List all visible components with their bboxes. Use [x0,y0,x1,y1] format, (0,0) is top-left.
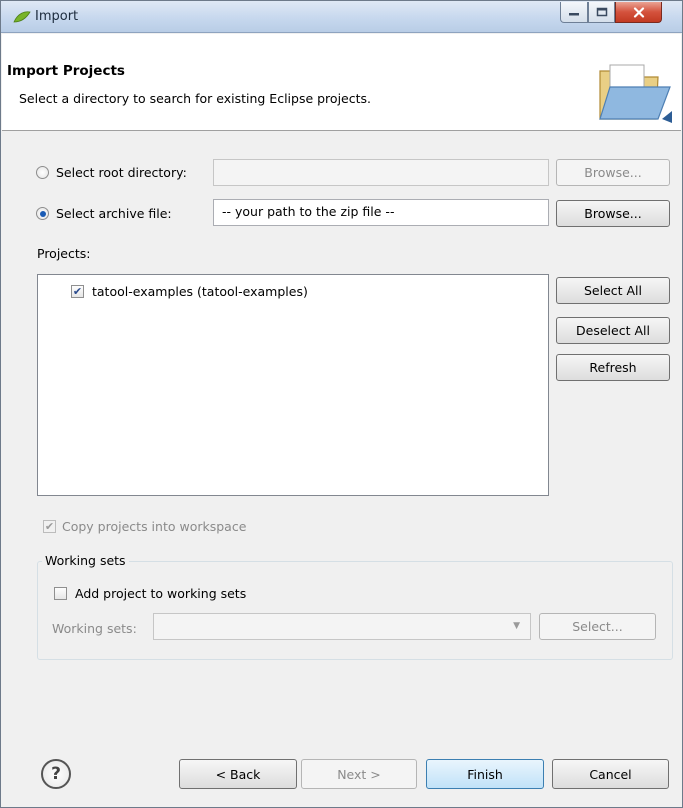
next-button[interactable]: Next > [301,759,417,789]
archive-file-radio-row[interactable]: Select archive file: [36,206,172,221]
chevron-down-icon: ▼ [513,621,520,631]
list-item[interactable]: ✔ tatool-examples (tatool-examples) [71,284,308,299]
maximize-icon [596,7,607,17]
root-directory-browse-button[interactable]: Browse... [556,159,670,186]
add-to-working-sets-checkbox[interactable] [54,587,67,600]
maximize-button[interactable] [588,2,615,23]
window-title: Import [35,9,79,24]
working-sets-combo-label: Working sets: [52,621,137,636]
eclipse-leaf-icon [13,11,31,23]
projects-list[interactable]: ✔ tatool-examples (tatool-examples) [37,274,549,496]
close-button[interactable] [615,2,662,23]
deselect-all-button[interactable]: Deselect All [556,317,670,344]
copy-projects-row[interactable]: ✔ Copy projects into workspace [43,519,246,534]
back-button[interactable]: < Back [179,759,297,789]
close-icon [633,6,644,18]
page-description: Select a directory to search for existin… [19,91,371,106]
import-dialog: Import Import Projects Select a director… [0,0,683,808]
working-sets-group: Working sets Add project to working sets [37,553,673,660]
root-directory-radio-row[interactable]: Select root directory: [36,165,187,180]
select-all-button[interactable]: Select All [556,277,670,304]
add-to-working-sets-label: Add project to working sets [75,586,247,601]
wizard-header: Import Projects Select a directory to se… [2,34,681,131]
page-title: Import Projects [7,63,125,79]
root-directory-label: Select root directory: [56,165,187,180]
archive-file-label: Select archive file: [56,206,172,221]
copy-projects-label: Copy projects into workspace [62,519,247,534]
copy-projects-checkbox[interactable]: ✔ [43,520,56,533]
projects-label: Projects: [37,246,91,261]
working-sets-combo[interactable]: ▼ [153,613,531,640]
open-folder-icon [599,64,672,123]
add-to-working-sets-row[interactable]: Add project to working sets [54,586,246,601]
archive-file-browse-button[interactable]: Browse... [556,200,670,227]
archive-file-radio[interactable] [36,207,49,220]
cancel-button[interactable]: Cancel [552,759,669,789]
root-directory-radio[interactable] [36,166,49,179]
project-checkbox[interactable]: ✔ [71,285,84,298]
refresh-button[interactable]: Refresh [556,354,670,381]
title-bar[interactable]: Import [1,1,682,33]
minimize-button[interactable] [560,2,588,23]
archive-file-input[interactable]: -- your path to the zip file -- [213,199,549,226]
help-icon: ? [51,764,61,784]
finish-button[interactable]: Finish [426,759,544,789]
project-item-label: tatool-examples (tatool-examples) [92,284,308,299]
working-sets-legend: Working sets [42,553,129,568]
minimize-icon [569,13,579,16]
root-directory-input[interactable] [213,159,549,186]
working-sets-select-button[interactable]: Select... [539,613,656,640]
help-button[interactable]: ? [41,759,71,789]
